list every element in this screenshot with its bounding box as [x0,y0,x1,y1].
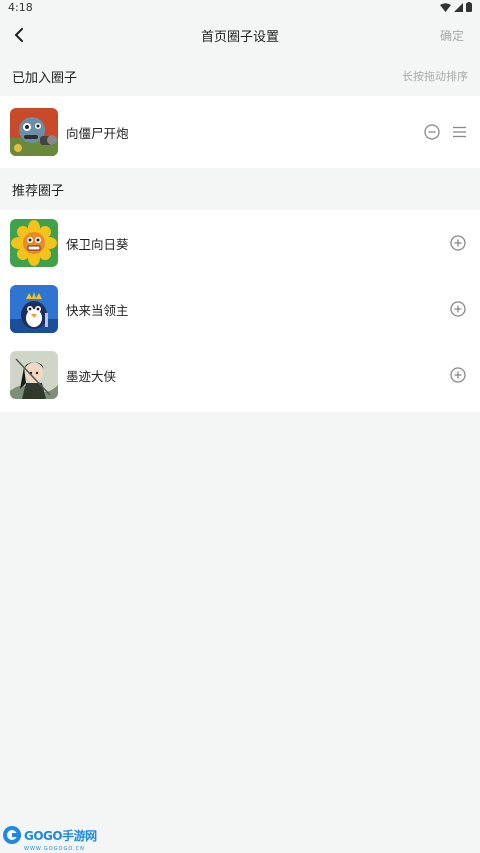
ink-hero-game-icon [10,351,58,399]
page-title: 首页圈子设置 [200,29,279,45]
recommended-item-actions [450,301,470,317]
joined-item-actions [424,124,470,140]
minus-circle-icon [424,124,440,140]
recommended-item-name: 快来当领主 [66,302,129,318]
recommended-section-title: 推荐圈子 [12,183,65,199]
watermark-text: GOGO手游网 [24,828,97,843]
plus-circle-icon [450,301,466,317]
top-bar: 首页圈子设置 确定 [0,14,480,56]
confirm-button[interactable]: 确定 [440,27,464,44]
recommended-item-actions [450,235,470,251]
wifi-icon [440,2,451,12]
drag-sort-hint: 长按拖动排序 [402,70,468,83]
logo-icon [3,826,21,844]
recommended-list: 保卫向日葵 快来当领主 墨迹大侠 [0,210,480,412]
penguin-king-game-icon [10,285,58,333]
recommended-item[interactable]: 墨迹大侠 [0,342,480,408]
recommended-item[interactable]: 快来当领主 [0,276,480,342]
watermark-subtext: WWW.GOGOGO.CN [24,846,85,852]
back-button[interactable] [6,22,32,48]
plus-circle-icon [450,367,466,383]
status-bar: 4:18 [0,0,480,14]
signal-icon [454,2,463,12]
watermark-logo: GOGO手游网 WWW.GOGOGO.CN [2,825,97,852]
joined-list: 向僵尸开炮 [0,96,480,168]
plus-circle-icon [450,235,466,251]
joined-section-title: 已加入圈子 [12,70,78,86]
add-circle-button[interactable] [450,235,466,251]
drag-handle[interactable] [452,125,466,139]
recommended-section-header: 推荐圈子 [0,168,480,210]
joined-item-name: 向僵尸开炮 [66,125,129,141]
battery-icon [466,2,472,12]
recommended-item-actions [450,367,470,383]
sunflower-game-icon [10,219,58,267]
status-time: 4:18 [8,0,33,14]
chevron-left-icon [15,28,23,42]
zombie-cannon-game-icon [10,108,58,156]
recommended-item[interactable]: 保卫向日葵 [0,210,480,276]
status-icons [440,2,472,12]
joined-section-header: 已加入圈子 长按拖动排序 [0,56,480,96]
drag-handle-icon [452,126,466,138]
joined-item[interactable]: 向僵尸开炮 [0,99,480,165]
recommended-item-name: 保卫向日葵 [66,236,129,252]
add-circle-button[interactable] [450,301,466,317]
recommended-item-name: 墨迹大侠 [66,368,117,384]
remove-circle-button[interactable] [424,124,440,140]
add-circle-button[interactable] [450,367,466,383]
